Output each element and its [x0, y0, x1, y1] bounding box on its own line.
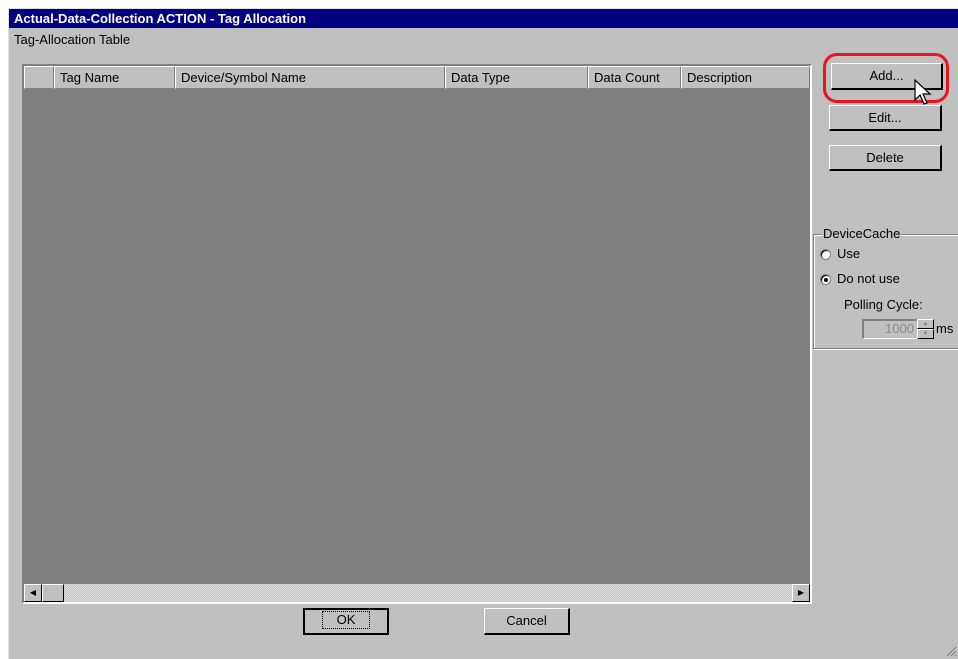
column-header-data-type[interactable]: Data Type [445, 66, 588, 89]
column-header-data-count[interactable]: Data Count [588, 66, 681, 89]
cancel-button[interactable]: Cancel [484, 608, 570, 635]
scroll-right-icon[interactable]: ▶ [792, 584, 810, 602]
radio-do-not-use[interactable]: Do not use [820, 270, 900, 288]
radio-use[interactable]: Use [820, 245, 860, 263]
polling-cycle-spinner[interactable]: ▲ ▼ [917, 319, 934, 339]
tag-allocation-table[interactable]: Tag Name Device/Symbol Name Data Type Da… [22, 64, 812, 604]
radio-button-checked[interactable] [820, 273, 831, 285]
column-header-description[interactable]: Description [681, 66, 810, 89]
polling-cycle-label: Polling Cycle: [844, 297, 923, 312]
radio-use-label: Use [837, 246, 861, 261]
scroll-left-icon[interactable]: ◀ [24, 584, 42, 602]
table-body[interactable] [24, 89, 810, 584]
mouse-pointer-icon [914, 79, 932, 105]
ok-button-label: OK [321, 611, 371, 629]
table-label: Tag-Allocation Table [14, 32, 131, 47]
resize-grip-icon[interactable] [945, 645, 957, 657]
edit-button[interactable]: Edit... [829, 105, 942, 131]
scrollbar-thumb[interactable] [42, 584, 64, 602]
horizontal-scrollbar[interactable]: ◀ ▶ [24, 584, 810, 602]
radio-button[interactable] [820, 248, 831, 260]
delete-button[interactable]: Delete [829, 145, 942, 171]
radio-do-not-use-label: Do not use [837, 271, 900, 286]
window-title: Actual-Data-Collection ACTION - Tag Allo… [9, 9, 958, 28]
table-header: Tag Name Device/Symbol Name Data Type Da… [24, 66, 810, 89]
column-header-tag-name[interactable]: Tag Name [54, 66, 175, 89]
polling-cycle-unit: ms [936, 321, 954, 336]
device-cache-group: DeviceCache Use Do not use Polling Cycle… [813, 227, 958, 349]
polling-cycle-input[interactable]: 1000 [862, 319, 918, 339]
ok-button[interactable]: OK [303, 608, 389, 635]
column-header-index[interactable] [24, 66, 54, 89]
spin-up-icon[interactable]: ▲ [917, 319, 934, 329]
spin-down-icon[interactable]: ▼ [917, 329, 934, 339]
column-header-device-symbol-name[interactable]: Device/Symbol Name [175, 66, 445, 89]
device-cache-label: DeviceCache [822, 226, 902, 241]
tag-allocation-dialog: Actual-Data-Collection ACTION - Tag Allo… [8, 8, 958, 659]
